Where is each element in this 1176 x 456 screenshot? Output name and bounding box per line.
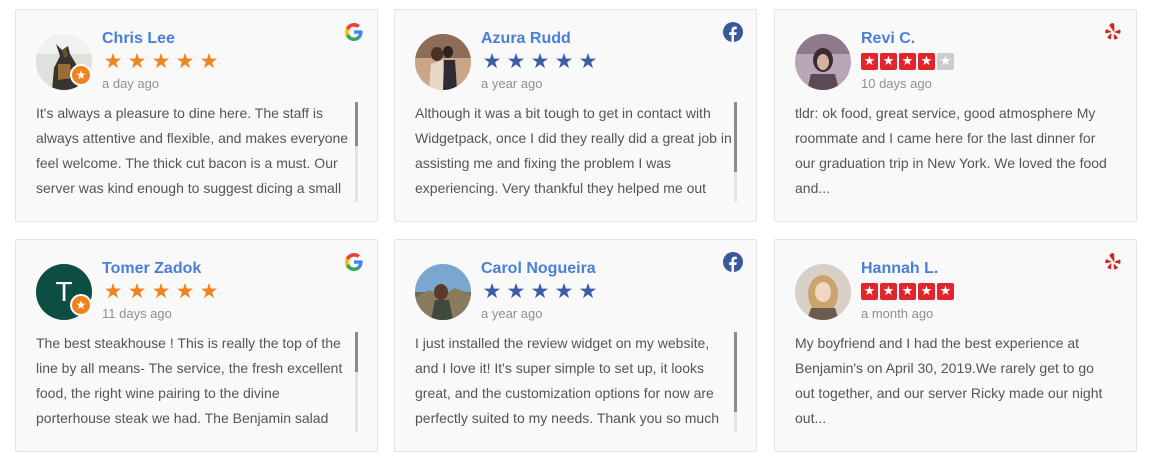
avatar[interactable] — [795, 34, 851, 90]
star-icon: ★ — [151, 279, 171, 303]
star-empty-icon: ★ — [937, 53, 954, 70]
review-card: Carol Nogueira ★ ★ ★ ★ ★ a year ago I ju… — [394, 239, 757, 452]
review-date: 11 days ago — [102, 306, 172, 321]
scrollbar[interactable] — [355, 102, 358, 202]
star-icon: ★ — [937, 283, 954, 300]
reviewer-name[interactable]: Chris Lee — [102, 30, 175, 48]
star-icon: ★ — [861, 283, 878, 300]
star-icon: ★ — [861, 53, 878, 70]
star-rating: ★ ★ ★ ★ ★ — [102, 281, 220, 302]
review-date: a year ago — [481, 306, 543, 321]
star-icon: ★ — [880, 53, 897, 70]
star-icon: ★ — [506, 49, 526, 73]
review-card: Hannah L. ★ ★ ★ ★ ★ a month ago My boyfr… — [774, 239, 1137, 452]
star-icon: ★ — [127, 49, 147, 73]
review-card: Azura Rudd ★ ★ ★ ★ ★ a year ago Although… — [394, 9, 757, 222]
star-icon: ★ — [899, 283, 916, 300]
scrollbar-thumb[interactable] — [355, 332, 358, 372]
star-icon: ★ — [554, 49, 574, 73]
star-rating: ★ ★ ★ ★ ★ — [481, 51, 599, 72]
reviewer-name[interactable]: Revi C. — [861, 30, 915, 48]
review-text: My boyfriend and I had the best experien… — [795, 335, 1103, 426]
facebook-icon[interactable] — [723, 22, 743, 42]
scrollbar[interactable] — [734, 332, 737, 432]
star-icon: ★ — [199, 279, 219, 303]
review-date: a year ago — [481, 76, 543, 91]
star-rating: ★ ★ ★ ★ ★ — [861, 51, 954, 70]
reviewer-name[interactable]: Hannah L. — [861, 260, 938, 278]
review-text: I just installed the review widget on my… — [415, 335, 720, 426]
review-date: a month ago — [861, 306, 934, 321]
google-icon[interactable] — [344, 252, 364, 272]
reviewer-name[interactable]: Tomer Zadok — [102, 260, 201, 278]
star-icon: ★ — [506, 279, 526, 303]
star-icon: ★ — [554, 279, 574, 303]
star-icon: ★ — [880, 283, 897, 300]
star-icon: ★ — [899, 53, 916, 70]
yelp-icon[interactable] — [1103, 22, 1123, 42]
yelp-icon[interactable] — [1103, 252, 1123, 272]
scrollbar-thumb[interactable] — [734, 102, 737, 172]
review-text: The best steakhouse ! This is really the… — [36, 335, 343, 426]
star-icon: ★ — [103, 279, 123, 303]
reviewer-name[interactable]: Azura Rudd — [481, 30, 571, 48]
scrollbar-thumb[interactable] — [734, 332, 737, 412]
review-card: ★ Chris Lee ★ ★ ★ ★ ★ a day ago It's alw… — [15, 9, 378, 222]
star-icon: ★ — [175, 279, 195, 303]
star-icon: ★ — [578, 279, 598, 303]
review-text: It's always a pleasure to dine here. The… — [36, 105, 349, 196]
avatar[interactable] — [415, 264, 471, 320]
review-card: T ★ Tomer Zadok ★ ★ ★ ★ ★ 11 days ago Th… — [15, 239, 378, 452]
scrollbar[interactable] — [355, 332, 358, 432]
facebook-icon[interactable] — [723, 252, 743, 272]
star-icon: ★ — [918, 283, 935, 300]
reviewer-name[interactable]: Carol Nogueira — [481, 260, 596, 278]
star-rating: ★ ★ ★ ★ ★ — [861, 281, 954, 300]
star-icon: ★ — [482, 49, 502, 73]
scrollbar[interactable] — [734, 102, 737, 202]
scrollbar-thumb[interactable] — [355, 102, 358, 146]
star-icon: ★ — [578, 49, 598, 73]
review-date: 10 days ago — [861, 76, 932, 91]
star-icon: ★ — [103, 49, 123, 73]
star-rating: ★ ★ ★ ★ ★ — [102, 51, 220, 72]
google-icon[interactable] — [344, 22, 364, 42]
badge-star-icon: ★ — [70, 64, 92, 86]
review-text: tldr: ok food, great service, good atmos… — [795, 105, 1107, 196]
star-rating: ★ ★ ★ ★ ★ — [481, 281, 599, 302]
star-icon: ★ — [530, 279, 550, 303]
star-icon: ★ — [918, 53, 935, 70]
star-icon: ★ — [530, 49, 550, 73]
avatar[interactable] — [795, 264, 851, 320]
avatar[interactable] — [415, 34, 471, 90]
review-date: a day ago — [102, 76, 160, 91]
review-text: Although it was a bit tough to get in co… — [415, 105, 732, 196]
review-card: Revi C. ★ ★ ★ ★ ★ 10 days ago tldr: ok f… — [774, 9, 1137, 222]
badge-star-icon: ★ — [70, 294, 92, 316]
star-icon: ★ — [151, 49, 171, 73]
star-icon: ★ — [199, 49, 219, 73]
star-icon: ★ — [482, 279, 502, 303]
star-icon: ★ — [127, 279, 147, 303]
star-icon: ★ — [175, 49, 195, 73]
